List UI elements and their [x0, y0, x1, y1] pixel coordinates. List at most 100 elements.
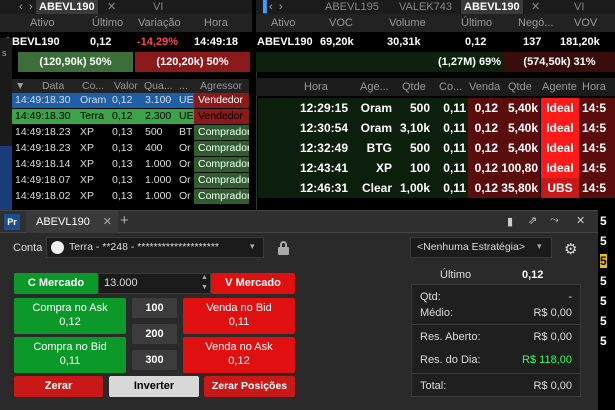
sell-at-bid-button[interactable]: Venda no Bid 0,11	[183, 298, 295, 334]
trend-icon[interactable]: ⤳	[550, 214, 559, 227]
rtrade-agente2: Ideal	[541, 118, 579, 138]
popout-icon[interactable]: ⇗	[528, 214, 537, 227]
trade-qtd: 3.100	[145, 94, 172, 106]
chevron-left-icon-right[interactable]: ‹	[266, 0, 276, 14]
rquote-ativo: ABEVL190	[257, 36, 313, 48]
table-row[interactable]: 12:29:15 Oram 500 0,11 0,12 5,40k Ideal 14:5	[256, 98, 615, 118]
order-tab[interactable]: ABEVL190 ✕	[26, 211, 118, 233]
sell-at-ask-button[interactable]: Venda no Ask 0,12	[183, 337, 295, 373]
trade-valor: 0,13	[112, 142, 133, 154]
col-data: Data	[42, 80, 65, 92]
rquote-vov: 181,20k	[560, 36, 600, 48]
tab-abevl190-left[interactable]: ABEVL190	[36, 0, 98, 14]
table-row[interactable]: 14:49:18.14 XP 0,13 1.000 Or Comprador	[12, 157, 249, 172]
table-row[interactable]: 14:49:18.07 XP 0,13 1.000 Or Comprador	[12, 173, 249, 188]
trade-agr: Comprador	[194, 157, 249, 172]
trade-agr: Comprador	[194, 141, 249, 156]
trade-qtd: 1.000	[145, 174, 172, 186]
order-panel: Pr ABEVL190 ✕ + ▮ ⇗ ⤳ ✕ Conta Terra - **…	[0, 210, 598, 410]
zerar-posicoes-button[interactable]: Zerar Posições	[204, 376, 295, 397]
chevron-right-icon[interactable]: ›	[26, 0, 36, 14]
rtrade-hora2: 14:5	[579, 158, 615, 178]
close-icon-right[interactable]: ✕	[528, 0, 543, 14]
header-hora: Hora	[204, 17, 228, 29]
total-value: R$ 0,00	[533, 380, 572, 392]
trade-data: 14:49:18.07	[15, 174, 71, 186]
ativo-value: ABEVL190	[4, 36, 60, 48]
trade-qtd: 2.300	[145, 110, 172, 122]
qty-100-button[interactable]: 100	[132, 298, 177, 318]
table-row[interactable]: 12:46:31 Clear 1,00k 0,11 0,12 35,80k UBS 14:5	[256, 178, 615, 198]
trade-valor: 0,13	[112, 174, 133, 186]
gear-icon[interactable]: ⚙	[564, 240, 577, 258]
buy-bid-price: 0,11	[59, 355, 81, 367]
table-row[interactable]: 14:49:18.30 Terra 0,12 2.300 UE Vendedor	[12, 109, 249, 124]
quantity-value: 13.000	[104, 277, 138, 289]
buy-ask-label: Compra no Ask	[32, 302, 108, 314]
rtrade-qtde2: 5,40k	[500, 118, 540, 138]
stepper-down-icon[interactable]: ▼	[201, 284, 208, 291]
close-order-tab-icon[interactable]: ✕	[103, 211, 112, 233]
table-row[interactable]: 14:49:18.23 XP 0,13 400 Or Comprador	[12, 141, 249, 156]
rtrade-venda: 0,12	[468, 178, 500, 198]
lock-icon[interactable]	[278, 241, 289, 255]
edge-value: 5	[600, 254, 607, 268]
zerar-button[interactable]: Zerar	[14, 376, 103, 397]
table-row[interactable]: 14:49:18.23 XP 0,13 500 BT Comprador	[12, 125, 249, 140]
qty-200-button[interactable]: 200	[132, 324, 177, 344]
rheader-ultimo: Último	[461, 17, 493, 29]
table-row[interactable]: 12:30:54 Oram 3,10k 0,11 0,12 5,40k Ideal 14:5	[256, 118, 615, 138]
edge-value: 5	[600, 294, 607, 308]
table-row[interactable]: 12:32:49 BTG 500 0,11 0,12 5,40k Ideal 14:5	[256, 138, 615, 158]
tab-other-left[interactable]: VI	[150, 0, 166, 14]
rtrade-venda: 0,12	[468, 118, 500, 138]
buy-at-bid-button[interactable]: Compra no Bid 0,11	[14, 337, 126, 373]
strategy-select[interactable]: <Nenhuma Estratégia> ▾	[410, 237, 552, 258]
sell-ask-price: 0,12	[228, 355, 250, 367]
trade-data: 14:49:18.30	[15, 94, 71, 106]
close-icon[interactable]: ✕	[104, 0, 119, 14]
tab-abevl190-right[interactable]: ABEVL190	[461, 0, 523, 14]
rtrade-hora: 12:30:54	[258, 118, 350, 138]
col-x: ...	[179, 80, 188, 92]
rtrade-qtde: 100	[394, 158, 432, 178]
qty-300-button[interactable]: 300	[132, 350, 177, 370]
buy-market-button[interactable]: C Mercado	[14, 273, 98, 294]
table-row[interactable]: 14:49:18.30 Oram 0,12 3.100 UE Vendedor	[12, 93, 249, 108]
quantity-input[interactable]: 13.000 ▲ ▼	[98, 273, 211, 294]
rtrade-qtde2: 100,80	[500, 158, 540, 178]
tab-abevl195[interactable]: ABEVL195	[322, 0, 382, 14]
inverter-button[interactable]: Inverter	[109, 376, 199, 397]
table-row[interactable]: 14:49:18.02 XP 0,13 1.000 Or Comprador	[12, 189, 249, 204]
buy-at-ask-button[interactable]: Compra no Ask 0,12	[14, 298, 126, 334]
conta-select[interactable]: Terra - **248 - ******************** ▾	[46, 237, 264, 258]
rtrade-agente2: Ideal	[541, 138, 579, 158]
tab-other-right[interactable]: VI	[571, 0, 587, 14]
split-view-icon[interactable]: ▮	[507, 215, 513, 228]
qtd-value: -	[568, 291, 572, 303]
left-quote-row[interactable]: ABEVL190 0,12 -14,29% 14:49:18	[0, 32, 252, 52]
variacao-value: -14,29%	[137, 36, 178, 48]
rtrade-agente: Oram	[350, 98, 394, 118]
add-tab-icon[interactable]: +	[120, 212, 129, 229]
trade-co: Terra	[80, 110, 104, 122]
chevron-right-icon-right[interactable]: ›	[276, 0, 286, 14]
stepper-up-icon[interactable]: ▲	[201, 274, 208, 281]
sell-market-button[interactable]: V Mercado	[211, 273, 295, 294]
trade-x: UE	[179, 94, 194, 106]
close-window-icon[interactable]: ✕	[576, 214, 585, 227]
tab-valek743[interactable]: VALEK743	[396, 0, 455, 14]
trade-co: XP	[80, 158, 95, 170]
buy-pressure: (120,90k) 50%	[18, 52, 133, 72]
edge-value: 5	[600, 234, 607, 248]
trade-valor: 0,13	[112, 158, 133, 170]
trade-agr: Vendedor	[194, 109, 249, 124]
right-quote-row[interactable]: ABEVL190 69,20k 30,31k 0,12 137 181,20k	[256, 32, 615, 52]
medio-label: Médio:	[420, 307, 454, 319]
table-row[interactable]: 12:43:41 XP 100 0,11 0,12 100,80 Ideal 14:5	[256, 158, 615, 178]
rquote-volume: 30,31k	[387, 36, 421, 48]
trade-agr: Comprador	[194, 189, 249, 204]
edge-value: 5	[600, 274, 607, 288]
chevron-left-icon[interactable]: ‹	[16, 0, 26, 14]
divider	[412, 373, 580, 374]
